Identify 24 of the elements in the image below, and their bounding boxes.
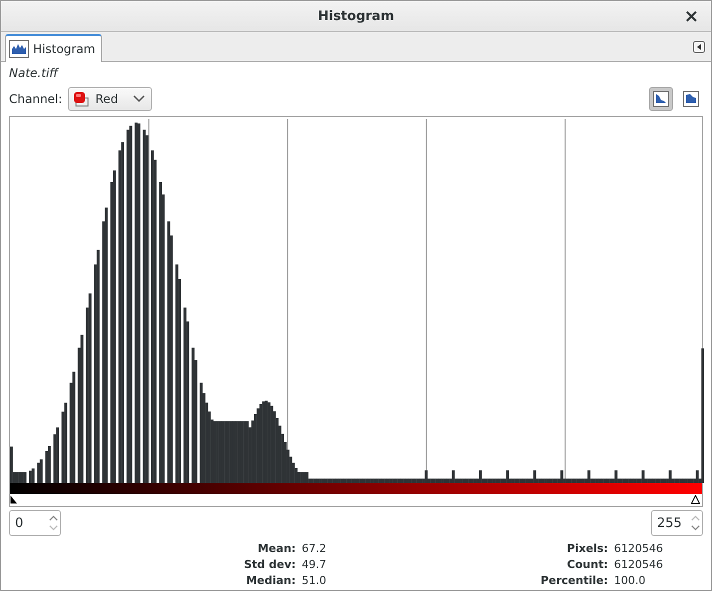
stat-value: 6120546 <box>614 542 663 555</box>
stat-label: Percentile: <box>540 574 608 587</box>
channel-dropdown[interactable]: Red <box>68 87 152 111</box>
stat-label: Pixels: <box>566 542 608 555</box>
linear-view-button[interactable] <box>649 87 673 111</box>
stat-label: Count: <box>566 558 608 571</box>
window-title: Histogram <box>318 8 394 24</box>
channel-label: Channel: <box>9 92 62 106</box>
caret-icon <box>133 95 146 103</box>
histogram-tab[interactable]: Histogram <box>5 34 102 62</box>
stat-value: 100.0 <box>614 574 646 587</box>
stat-value: 51.0 <box>302 574 326 587</box>
stat-label: Median: <box>245 574 296 587</box>
stat-label: Mean: <box>256 542 296 555</box>
stat-label: Std dev: <box>244 558 296 571</box>
stat-value: 49.7 <box>302 558 326 571</box>
stat-value: 67.2 <box>302 542 326 555</box>
tab-menu-icon[interactable] <box>693 41 705 53</box>
image-name: Nate.tiff <box>9 66 60 82</box>
histogram-icon <box>9 40 29 58</box>
stat-value: 6120546 <box>614 558 663 571</box>
channel-icon <box>73 91 90 107</box>
close-button[interactable]: × <box>680 6 703 27</box>
low-handle[interactable] <box>10 495 18 504</box>
